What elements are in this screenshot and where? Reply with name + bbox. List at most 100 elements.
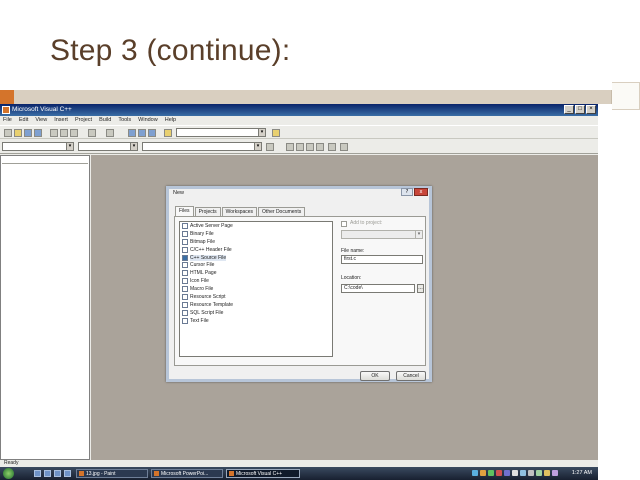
tray-icon[interactable] (520, 470, 526, 476)
menu-view[interactable]: View (35, 116, 47, 125)
tray-icon[interactable] (512, 470, 518, 476)
window-title: Microsoft Visual C++ (12, 106, 72, 113)
go-icon[interactable] (328, 143, 336, 151)
file-name-input[interactable]: first.c (341, 255, 423, 264)
file-type-label: Cursor File (190, 262, 215, 269)
tab-projects[interactable]: Projects (194, 207, 221, 216)
tray-icon[interactable] (496, 470, 502, 476)
close-button[interactable]: × (586, 105, 596, 114)
cancel-button[interactable]: Cancel (396, 371, 426, 381)
chevron-down-icon[interactable]: ▾ (254, 143, 261, 150)
quick-launch-icon[interactable] (64, 470, 71, 477)
quick-launch-icon[interactable] (54, 470, 61, 477)
slide-title: Step 3 (continue): (50, 34, 291, 67)
file-type-item[interactable]: Active Server Page (180, 222, 332, 230)
workspace-icon[interactable] (128, 129, 136, 137)
menu-window[interactable]: Window (138, 116, 158, 125)
quick-launch-icon[interactable] (34, 470, 41, 477)
tab-files[interactable]: Files (175, 206, 194, 216)
window-controls: _ □ × (564, 105, 596, 114)
find-combo[interactable]: ▾ (176, 128, 266, 137)
tray-icon[interactable] (552, 470, 558, 476)
add-to-project-checkbox[interactable] (341, 221, 347, 227)
redo-icon[interactable] (106, 129, 114, 137)
location-input[interactable]: C:\code\ (341, 284, 415, 293)
app-icon (2, 106, 10, 114)
search-icon[interactable] (272, 129, 280, 137)
copy-icon[interactable] (60, 129, 68, 137)
file-type-item[interactable]: Cursor File (180, 261, 332, 269)
file-type-item[interactable]: Resource Script (180, 293, 332, 301)
file-type-item[interactable]: Binary File (180, 230, 332, 238)
volume-icon[interactable] (528, 470, 534, 476)
tray-icon[interactable] (488, 470, 494, 476)
open-folder-icon[interactable] (14, 129, 22, 137)
file-type-item[interactable]: C++ Source File (180, 254, 332, 262)
tray-icon[interactable] (480, 470, 486, 476)
chevron-down-icon[interactable]: ▾ (66, 143, 73, 150)
file-type-item[interactable]: Icon File (180, 277, 332, 285)
paste-icon[interactable] (70, 129, 78, 137)
class-combo[interactable]: ▾ (2, 142, 74, 151)
undo-icon[interactable] (88, 129, 96, 137)
menu-help[interactable]: Help (165, 116, 176, 125)
file-type-icon (182, 294, 188, 301)
output-icon[interactable] (138, 129, 146, 137)
cut-icon[interactable] (50, 129, 58, 137)
taskbar-button-powerpoint[interactable]: Microsoft PowerPoi... (151, 469, 223, 478)
menu-file[interactable]: File (3, 116, 12, 125)
file-type-icon (182, 262, 188, 269)
window-list-icon[interactable] (148, 129, 156, 137)
save-all-icon[interactable] (34, 129, 42, 137)
file-type-item[interactable]: Text File (180, 317, 332, 325)
quick-launch-icon[interactable] (44, 470, 51, 477)
taskbar-button-paint[interactable]: 13.jpg - Paint (76, 469, 148, 478)
save-icon[interactable] (24, 129, 32, 137)
file-type-item[interactable]: C/C++ Header File (180, 246, 332, 254)
filter-combo[interactable]: ▾ (78, 142, 138, 151)
file-type-item[interactable]: SQL Script File (180, 309, 332, 317)
taskbar-button-visual-cpp[interactable]: Microsoft Visual C++ (226, 469, 300, 478)
ok-button[interactable]: OK (360, 371, 390, 381)
execute-icon[interactable] (316, 143, 324, 151)
tray-icon[interactable] (544, 470, 550, 476)
menu-edit[interactable]: Edit (19, 116, 28, 125)
minimize-button[interactable]: _ (564, 105, 574, 114)
file-type-label: Macro File (190, 286, 214, 293)
menu-insert[interactable]: Insert (54, 116, 68, 125)
file-type-list[interactable]: Active Server Page Binary File Bitmap File… (179, 221, 333, 357)
start-button[interactable] (3, 468, 14, 479)
breakpoint-icon[interactable] (340, 143, 348, 151)
file-type-item[interactable]: Macro File (180, 285, 332, 293)
dialog-close-button[interactable]: x (414, 188, 428, 196)
network-icon[interactable] (536, 470, 542, 476)
powerpoint-icon (154, 471, 159, 476)
file-type-item[interactable]: HTML Page (180, 269, 332, 277)
file-type-item[interactable]: Bitmap File (180, 238, 332, 246)
file-type-label: HTML Page (190, 270, 217, 277)
maximize-button[interactable]: □ (575, 105, 585, 114)
menu-tools[interactable]: Tools (118, 116, 131, 125)
new-file-icon[interactable] (4, 129, 12, 137)
menu-build[interactable]: Build (99, 116, 111, 125)
wizard-action-icon[interactable] (266, 143, 274, 151)
file-type-item[interactable]: Resource Template (180, 301, 332, 309)
build-icon[interactable] (296, 143, 304, 151)
tab-workspaces[interactable]: Workspaces (221, 207, 258, 216)
find-in-files-icon[interactable] (164, 129, 172, 137)
chevron-down-icon[interactable]: ▾ (130, 143, 137, 150)
members-combo[interactable]: ▾ (142, 142, 262, 151)
chevron-down-icon[interactable]: ▾ (258, 129, 265, 136)
help-button[interactable]: ? (401, 188, 413, 196)
title-marker (612, 82, 640, 110)
compile-icon[interactable] (286, 143, 294, 151)
app-screenshot: Microsoft Visual C++ _ □ × File Edit Vie… (0, 104, 598, 480)
stop-build-icon[interactable] (306, 143, 314, 151)
file-type-label: C++ Source File (190, 254, 227, 261)
tab-other-documents[interactable]: Other Documents (258, 207, 306, 216)
workspace-pane[interactable] (0, 155, 90, 460)
tray-icon[interactable] (472, 470, 478, 476)
browse-button[interactable]: ... (417, 284, 424, 293)
menu-project[interactable]: Project (75, 116, 92, 125)
tray-icon[interactable] (504, 470, 510, 476)
